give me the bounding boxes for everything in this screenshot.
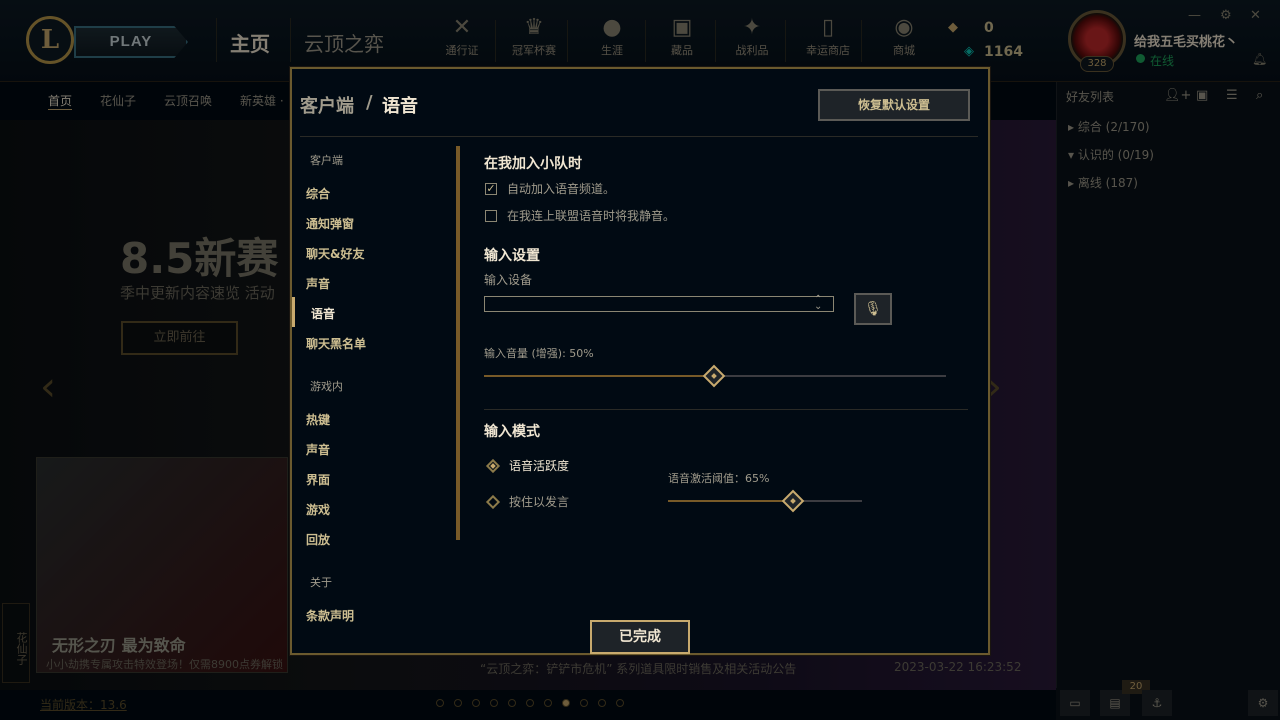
- push-to-talk-label[interactable]: 按住以发言: [509, 493, 569, 510]
- modal-title-separator: /: [366, 92, 373, 113]
- select-arrows-icon: ⌃ ⌄: [814, 294, 823, 312]
- auto-join-voice-label[interactable]: 自动加入语音频道。: [507, 180, 615, 197]
- party-heading: 在我加入小队时: [484, 156, 582, 172]
- sidebar-scrollbar[interactable]: [456, 146, 460, 540]
- sidebar-active-indicator: [292, 297, 295, 327]
- sidebar-section-ingame: 游戏内: [310, 380, 343, 393]
- auto-join-voice-checkbox[interactable]: ✓: [485, 183, 497, 195]
- sidebar-item-game[interactable]: 游戏: [306, 501, 330, 518]
- input-volume-label: 输入音量 (增强): 50%: [484, 347, 594, 360]
- settings-modal: [290, 67, 990, 655]
- sidebar-item-notifications[interactable]: 通知弹窗: [306, 215, 354, 232]
- sidebar-item-replays[interactable]: 回放: [306, 531, 330, 548]
- section-divider: [484, 409, 968, 410]
- sidebar-item-sound[interactable]: 声音: [306, 275, 330, 292]
- done-button[interactable]: 已完成: [590, 620, 690, 654]
- sidebar-item-voice[interactable]: 语音: [311, 305, 335, 322]
- sidebar-item-general[interactable]: 综合: [306, 185, 330, 202]
- sidebar-item-terms[interactable]: 条款声明: [306, 607, 354, 624]
- modal-title-section: 客户端: [300, 96, 354, 117]
- sidebar-item-chat-blocklist[interactable]: 聊天黑名单: [306, 335, 366, 352]
- mute-on-join-checkbox[interactable]: [485, 210, 497, 222]
- modal-title-page: 语音: [382, 96, 418, 117]
- mic-test-button[interactable]: 🎙︎: [854, 293, 892, 325]
- input-device-select[interactable]: [484, 296, 834, 312]
- sidebar-section-client: 客户端: [310, 154, 343, 167]
- restore-defaults-button[interactable]: 恢复默认设置: [818, 89, 970, 121]
- input-device-label: 输入设备: [484, 273, 533, 287]
- input-settings-heading: 输入设置: [484, 248, 540, 264]
- sidebar-item-hotkeys[interactable]: 热键: [306, 411, 330, 428]
- mute-on-join-label[interactable]: 在我连上联盟语音时将我静音。: [507, 207, 675, 224]
- voice-threshold-label: 语音激活阈值：65%: [668, 472, 770, 485]
- sidebar-section-about: 关于: [310, 576, 332, 589]
- sidebar-item-ingame-sound[interactable]: 声音: [306, 441, 330, 458]
- sidebar-item-chat-friends[interactable]: 聊天&好友: [306, 245, 364, 262]
- voice-activity-label[interactable]: 语音活跃度: [509, 457, 569, 474]
- voice-threshold-slider-fill: [668, 500, 795, 502]
- input-mode-heading: 输入模式: [484, 424, 540, 440]
- microphone-icon: 🎙︎: [864, 301, 882, 317]
- sidebar-item-interface[interactable]: 界面: [306, 471, 330, 488]
- modal-header-divider: [300, 136, 978, 137]
- input-volume-slider-fill: [484, 375, 715, 377]
